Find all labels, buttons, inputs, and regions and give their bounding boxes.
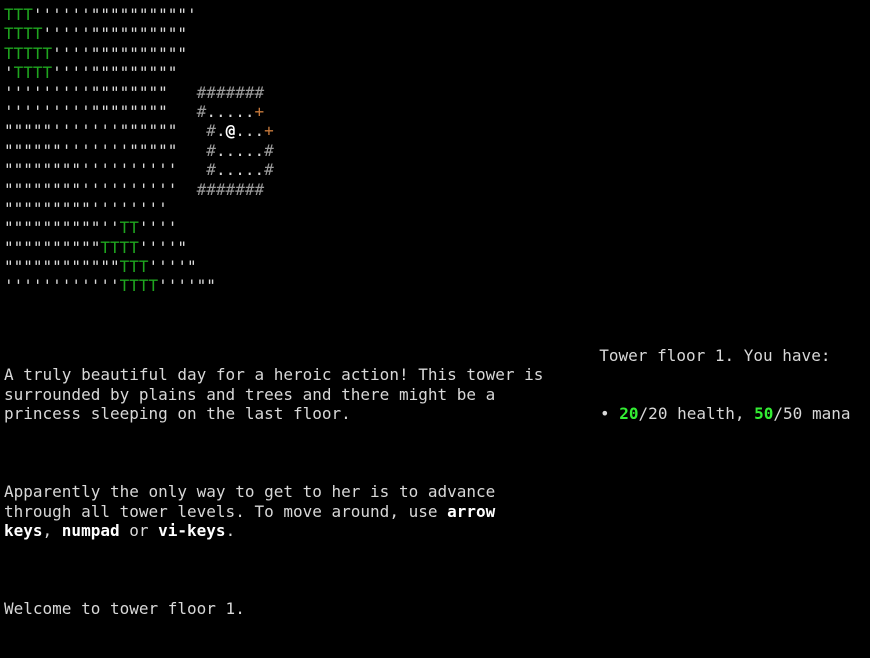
grass-tile: """"""""'''''''''' <box>4 160 178 180</box>
grass-tile: '''''"""""""""" <box>42 24 188 44</box>
grass-tile: """""'''''''"""""" <box>4 121 178 141</box>
grass-tile: """""""""" <box>4 237 101 257</box>
door-tile: + <box>254 101 265 121</box>
grass-tile: ' <box>4 63 14 83</box>
health-current: 20 <box>619 404 639 423</box>
mana-current: 50 <box>754 404 774 423</box>
map-row: """"""'''''''""""" #.....# <box>4 141 274 160</box>
grass-tile: ''''" <box>148 257 197 277</box>
map-row: TTTTT''''"""""""""" <box>4 44 274 63</box>
empty-tile <box>168 83 197 102</box>
map-row: '''''''''"""""""" ####### <box>4 83 274 102</box>
grass-tile: ''''"""""""""" <box>52 43 188 63</box>
status-header: Tower floor 1. You have: <box>599 345 831 365</box>
separator: , <box>42 521 62 540</box>
wall-tile: # <box>196 101 207 121</box>
intro-message: A truly beautiful day for a heroic actio… <box>4 365 554 423</box>
separator: or <box>119 521 159 540</box>
grass-tile: '''''''''''' <box>4 276 120 296</box>
grass-tile: ''''""""""""" <box>52 63 178 83</box>
map-row: """"""""""TTTT''''" <box>4 238 274 257</box>
map-row: TTT''''''""""""""""' <box>4 5 274 24</box>
wall-tile: # <box>206 121 216 141</box>
mana-rest: /50 mana <box>773 404 851 423</box>
map-row: """""""""'''''''' <box>4 199 274 218</box>
map-row: """"""""""""TTT''''" <box>4 257 274 276</box>
message-log: A truly beautiful day for a heroic actio… <box>4 326 544 658</box>
map-row: '''''''''"""""""" #.....+ <box>4 102 274 121</box>
controls-text: Apparently the only way to get to her is… <box>4 482 505 521</box>
grass-tile: """""""""'''''''' <box>4 198 168 218</box>
grass-tile: """"""""""'' <box>4 218 120 238</box>
period: . <box>225 521 236 540</box>
empty-tile <box>177 121 206 140</box>
map-row: """"""""'''''''''' #.....# <box>4 160 274 179</box>
grass-tile: """""""""""" <box>4 257 120 277</box>
player-icon: @ <box>225 121 236 141</box>
map-row: """"""""""''TT'''' <box>4 218 274 237</box>
tree-tile: TTTT <box>100 237 139 257</box>
empty-tile <box>168 102 197 121</box>
map-row: """""'''''''"""""" #.@...+ <box>4 121 274 140</box>
wall-tile: # <box>206 140 216 160</box>
status-panel: Tower floor 1. You have: • 20/20 health,… <box>580 326 866 443</box>
tree-tile: TTT <box>119 257 149 277</box>
door-tile: + <box>264 121 274 141</box>
grass-tile: """"""""'''''''''' <box>4 179 178 199</box>
grass-tile: """"""'''''''""""" <box>4 140 178 160</box>
tree-tile: TTTT <box>13 63 53 83</box>
stats-line: • 20/20 health, 50/50 mana <box>580 404 866 424</box>
wall-tile: # <box>264 160 274 180</box>
wall-tile: ####### <box>196 82 265 102</box>
welcome-message: Welcome to tower floor 1. <box>4 599 245 618</box>
empty-tile <box>177 141 206 160</box>
grass-tile: '''''''''"""""""" <box>4 101 168 121</box>
wall-tile: # <box>206 160 216 180</box>
wall-tile: # <box>264 140 274 160</box>
wall-tile: ####### <box>196 179 265 199</box>
floor-tile: ... <box>235 121 265 141</box>
map-row: """"""""'''''''''' ####### <box>4 180 274 199</box>
tree-tile: TTTTT <box>4 43 53 63</box>
map-row: TTTT'''''"""""""""" <box>4 24 274 43</box>
health-rest: /20 health, <box>638 404 755 423</box>
floor-tile: ..... <box>215 140 265 160</box>
map-row: 'TTTT''''""""""""" <box>4 63 274 82</box>
tree-tile: TT <box>119 218 139 238</box>
vi-keys-label: vi-keys <box>158 521 226 540</box>
game-map[interactable]: TTT''''''""""""""""' TTTT'''''"""""""""" T… <box>4 5 274 296</box>
grass-tile: '''' <box>138 218 178 238</box>
tree-tile: TTTT <box>4 24 43 44</box>
grass-tile: ''''''""""""""""' <box>32 5 197 24</box>
bullet-icon: • <box>600 404 610 423</box>
grass-tile: ''''"" <box>158 276 216 296</box>
empty-tile <box>177 180 196 199</box>
grass-tile: ''''" <box>138 237 188 257</box>
map-row: ''''''''''''TTTT''''"" <box>4 276 274 295</box>
tree-tile: TTTT <box>119 276 159 296</box>
controls-message: Apparently the only way to get to her is… <box>4 482 544 541</box>
numpad-label: numpad <box>61 521 120 540</box>
floor-tile: ..... <box>206 101 255 121</box>
floor-tile: ..... <box>215 160 265 180</box>
grass-tile: '''''''''"""""""" <box>4 82 168 102</box>
floor-tile: . <box>215 121 226 141</box>
empty-tile <box>177 160 206 179</box>
tree-tile: TTT <box>4 5 33 24</box>
